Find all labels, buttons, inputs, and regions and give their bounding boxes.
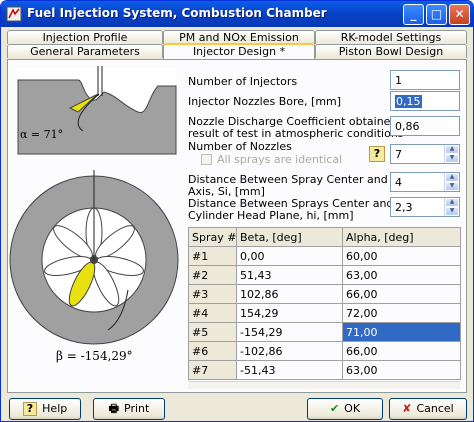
alpha-cell[interactable]: 66,00 — [342, 341, 461, 361]
alpha-cell[interactable]: 63,00 — [342, 360, 461, 380]
tab-piston-bowl-design[interactable]: Piston Bowl Design — [315, 44, 467, 58]
col-header-spray[interactable]: Spray # — [188, 227, 237, 247]
col-header-beta[interactable]: Beta, [deg] — [236, 227, 343, 247]
table-row[interactable]: #7 -51,43 63,00 — [188, 360, 461, 380]
beta-cell[interactable]: 51,43 — [236, 265, 343, 285]
tab-pm-nox-emission[interactable]: PM and NOx Emission — [163, 30, 315, 44]
checkmark-icon: ✔ — [329, 402, 340, 415]
cancel-button[interactable]: ✘ Cancel — [389, 398, 467, 420]
app-icon — [6, 6, 22, 22]
spin-down-icon[interactable]: ▼ — [445, 154, 459, 163]
alpha-cell[interactable]: 66,00 — [342, 284, 461, 304]
spin-up-icon[interactable]: ▲ — [445, 173, 459, 182]
table-row[interactable]: #2 51,43 63,00 — [188, 265, 461, 285]
dialog-window: Fuel Injection System, Combustion Chambe… — [0, 0, 474, 422]
print-button[interactable]: 🖶 Print — [93, 398, 165, 420]
dist-bowl-axis-value: 4 — [395, 176, 402, 189]
help-icon: ? — [22, 402, 38, 416]
dist-head-plane-label-line2: Cylinder Head Plane, hi, [mm] — [188, 209, 354, 222]
maximize-button[interactable]: □ — [426, 4, 447, 25]
beta-cell[interactable]: 102,86 — [236, 284, 343, 304]
cross-icon: ✘ — [402, 402, 412, 415]
nozzle-bore-input[interactable]: 0,15 — [390, 91, 460, 111]
dist-bowl-axis-spinner[interactable]: ▲ ▼ — [444, 173, 459, 191]
alpha-cell[interactable]: 63,00 — [342, 265, 461, 285]
spray-id-cell[interactable]: #2 — [188, 265, 237, 285]
beta-cell[interactable]: -102,86 — [236, 341, 343, 361]
tab-injector-design[interactable]: Injector Design * — [163, 43, 315, 59]
num-nozzles-input[interactable]: 7 ▲ ▼ — [390, 144, 460, 164]
spray-id-cell[interactable]: #7 — [188, 360, 237, 380]
help-button-label: Help — [42, 402, 68, 415]
tab-panel: α = 71° β = -154,29° Number of Injectors… — [7, 59, 467, 393]
num-nozzles-spinner[interactable]: ▲ ▼ — [444, 145, 459, 163]
beta-cell[interactable]: 154,29 — [236, 303, 343, 323]
num-nozzles-value: 7 — [395, 148, 402, 161]
identical-sprays-checkbox[interactable] — [201, 154, 212, 165]
table-row[interactable]: #4 154,29 72,00 — [188, 303, 461, 323]
cancel-button-label: Cancel — [416, 402, 454, 415]
alpha-cell-selected[interactable]: 71,00 — [342, 322, 461, 342]
num-nozzles-label: Number of Nozzles — [188, 140, 292, 153]
table-horizontal-scrollbar[interactable] — [188, 381, 460, 389]
identical-sprays-label: All sprays are identical — [217, 153, 343, 166]
injector-top-view-figure: β = -154,29° — [9, 170, 179, 363]
spray-table[interactable]: Spray # Beta, [deg] Alpha, [deg] #1 0,00 6… — [188, 227, 461, 380]
spin-down-icon[interactable]: ▼ — [445, 182, 459, 191]
spin-down-icon[interactable]: ▼ — [445, 207, 459, 216]
spray-id-cell[interactable]: #4 — [188, 303, 237, 323]
table-header-row: Spray # Beta, [deg] Alpha, [deg] — [188, 227, 461, 247]
nozzle-bore-label: Injector Nozzles Bore, [mm] — [188, 95, 342, 108]
print-button-label: Print — [124, 402, 150, 415]
table-row[interactable]: #3 102,86 66,00 — [188, 284, 461, 304]
table-row-selected[interactable]: #5 -154,29 71,00 — [188, 322, 461, 342]
beta-cell[interactable]: -154,29 — [236, 322, 343, 342]
alpha-cell[interactable]: 72,00 — [342, 303, 461, 323]
num-injectors-label: Number of Injectors — [188, 75, 298, 88]
table-row[interactable]: #6 -102,86 66,00 — [188, 341, 461, 361]
spin-up-icon[interactable]: ▲ — [445, 145, 459, 154]
tab-general-parameters[interactable]: General Parameters — [7, 44, 163, 58]
dist-head-plane-value: 2,3 — [395, 201, 413, 214]
dist-head-plane-input[interactable]: 2,3 ▲ ▼ — [390, 197, 460, 217]
injector-side-view-figure: α = 71° — [16, 66, 177, 155]
alpha-cell[interactable]: 60,00 — [342, 246, 461, 266]
dist-head-plane-spinner[interactable]: ▲ ▼ — [444, 198, 459, 216]
beta-cell[interactable]: -51,43 — [236, 360, 343, 380]
nozzle-bore-value: 0,15 — [395, 95, 422, 108]
window-title: Fuel Injection System, Combustion Chambe… — [27, 6, 327, 20]
help-button[interactable]: ? Help — [9, 398, 81, 420]
dist-bowl-axis-input[interactable]: 4 ▲ ▼ — [390, 172, 460, 192]
tab-rk-model-settings[interactable]: RK-model Settings — [315, 30, 467, 44]
num-injectors-input[interactable]: 1 — [390, 70, 460, 90]
tab-injection-profile[interactable]: Injection Profile — [7, 30, 163, 44]
ok-button-label: OK — [344, 402, 361, 415]
minimize-button[interactable]: _ — [403, 4, 424, 25]
title-bar[interactable]: Fuel Injection System, Combustion Chambe… — [1, 1, 473, 27]
spray-id-cell[interactable]: #1 — [188, 246, 237, 266]
alpha-label: α = 71° — [20, 128, 63, 141]
spray-id-cell[interactable]: #5 — [188, 322, 237, 342]
close-button[interactable]: ✕ — [449, 4, 470, 25]
beta-cell[interactable]: 0,00 — [236, 246, 343, 266]
col-header-alpha[interactable]: Alpha, [deg] — [342, 227, 461, 247]
beta-label: β = -154,29° — [56, 349, 133, 363]
discharge-coef-label-line2: result of test in atmospheric conditions — [188, 127, 404, 140]
table-row[interactable]: #1 0,00 60,00 — [188, 246, 461, 266]
spray-id-cell[interactable]: #6 — [188, 341, 237, 361]
ok-button[interactable]: ✔ OK — [307, 398, 383, 420]
discharge-coef-input[interactable]: 0,86 — [390, 116, 460, 136]
help-nozzles-button[interactable]: ? — [369, 146, 385, 162]
spray-id-cell[interactable]: #3 — [188, 284, 237, 304]
spin-up-icon[interactable]: ▲ — [445, 198, 459, 207]
printer-icon: 🖶 — [108, 402, 120, 415]
